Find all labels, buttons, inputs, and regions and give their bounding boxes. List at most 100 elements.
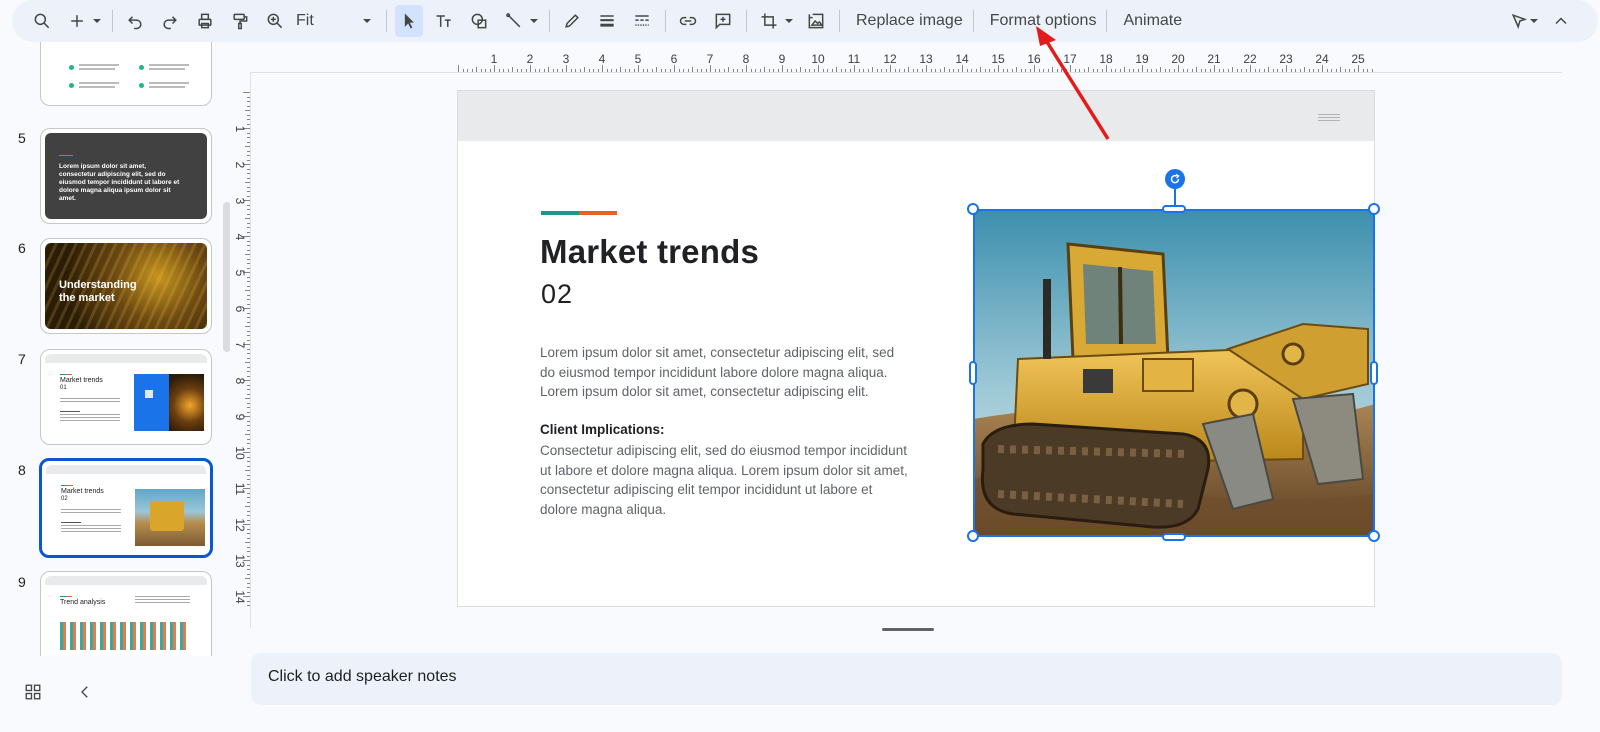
ruler-tick: [998, 65, 999, 72]
border-weight-button[interactable]: [593, 5, 621, 37]
ruler-tick: [872, 67, 873, 72]
editing-mode-dropdown[interactable]: [1529, 5, 1539, 37]
ruler-tick: [247, 461, 250, 462]
speaker-notes[interactable]: Click to add speaker notes: [251, 653, 1562, 705]
slide-thumbnail-6[interactable]: Understanding the market: [40, 238, 212, 334]
line-button[interactable]: [500, 5, 528, 37]
slide-thumbnail-4[interactable]: [40, 42, 212, 106]
ruler-tick: [1200, 69, 1202, 72]
ruler-tick: [858, 69, 860, 72]
ruler-tick: [247, 339, 250, 341]
zoom-button[interactable]: [261, 5, 289, 37]
ruler-tick: [1250, 65, 1251, 72]
menu-lines-icon: [1318, 114, 1340, 123]
slide-subtitle[interactable]: 02: [541, 279, 573, 310]
border-color-button[interactable]: [558, 5, 586, 37]
horizontal-ruler[interactable]: 1 2 3 4 5 6 7 8 9 10 11 12 13 14 15 16 17 18 19 20 21 22 23 24 2…: [458, 50, 1374, 72]
shape-icon: [471, 13, 487, 29]
resize-handle-bottom[interactable]: [1162, 533, 1186, 541]
ruler-tick: [647, 69, 648, 72]
ruler-tick: [602, 65, 603, 72]
ruler-tick: [1223, 69, 1224, 72]
ruler-tick: [935, 69, 936, 72]
redo-button[interactable]: [156, 5, 184, 37]
ruler-tick: [247, 330, 250, 332]
ruler-tick: [247, 587, 250, 588]
ruler-label: 24: [1315, 52, 1329, 66]
slide-body-paragraph[interactable]: Lorem ipsum dolor sit amet, consectetur …: [540, 343, 910, 402]
border-dash-button[interactable]: [628, 5, 656, 37]
ruler-tick: [930, 69, 932, 72]
ruler-tick: [813, 69, 815, 72]
resize-handle-left[interactable]: [969, 361, 977, 385]
grid-view-icon[interactable]: [24, 683, 42, 701]
filmstrip-scrollbar[interactable]: [223, 202, 230, 352]
ruler-tick: [1137, 69, 1139, 72]
insert-link-button[interactable]: [674, 5, 702, 37]
shape-button[interactable]: [465, 5, 493, 37]
search-menus-button[interactable]: [28, 5, 56, 37]
slide-title[interactable]: Market trends: [540, 233, 759, 271]
ruler-tick: [971, 69, 972, 72]
new-slide-dropdown[interactable]: [92, 5, 102, 37]
resize-handle-top[interactable]: [1162, 205, 1186, 213]
text-box-button[interactable]: [430, 5, 458, 37]
crop-dropdown[interactable]: [784, 5, 794, 37]
ruler-tick: [1133, 69, 1134, 72]
caret-down-icon: [530, 19, 538, 23]
bulldozer-image[interactable]: [973, 209, 1375, 537]
ruler-tick: [247, 177, 250, 179]
ruler-tick: [593, 69, 594, 72]
reset-image-button[interactable]: [802, 5, 830, 37]
zoom-select[interactable]: Fit: [296, 5, 376, 37]
rotate-handle[interactable]: [1165, 169, 1185, 189]
select-tool-button[interactable]: [395, 5, 423, 37]
ruler-tick: [962, 65, 963, 72]
replace-image-button[interactable]: Replace image: [848, 5, 971, 37]
slide-filmstrip: 5 Lorem ipsum dolor sit amet, consectetu…: [0, 42, 230, 656]
slide-thumbnail-8[interactable]: Market trends 02: [39, 458, 213, 558]
paint-format-button[interactable]: [226, 5, 254, 37]
chevron-left-icon[interactable]: [76, 683, 94, 701]
crop-button[interactable]: [755, 5, 783, 37]
ruler-tick: [245, 362, 250, 363]
hide-menus-button[interactable]: [1547, 5, 1575, 37]
slide-thumbnail-7[interactable]: Market trends 01: [40, 349, 212, 445]
animate-button[interactable]: Animate: [1115, 5, 1190, 37]
notes-resize-handle[interactable]: [882, 628, 934, 631]
undo-button[interactable]: [121, 5, 149, 37]
ruler-tick: [247, 357, 250, 359]
ruler-tick: [247, 375, 250, 377]
add-comment-button[interactable]: [709, 5, 737, 37]
slide-thumbnail-9[interactable]: Trend analysis: [40, 571, 212, 656]
ruler-tick: [1205, 69, 1206, 72]
rotate-icon: [1170, 173, 1180, 184]
filmstrip-controls: [24, 683, 94, 701]
thumb-caption: Understanding the market: [59, 279, 137, 304]
ruler-tick: [512, 67, 513, 72]
ruler-tick: [1155, 69, 1157, 72]
new-slide-button[interactable]: [63, 5, 91, 37]
slide-body-heading[interactable]: Client Implications:: [540, 422, 665, 437]
ruler-tick: [471, 69, 473, 72]
ruler-tick: [247, 317, 250, 318]
ruler-tick: [1128, 69, 1130, 72]
resize-handle-bottom-left[interactable]: [967, 530, 979, 542]
slide-thumbnail-5[interactable]: Lorem ipsum dolor sit amet, consectetur …: [40, 128, 212, 224]
ruler-tick: [247, 96, 250, 98]
ruler-tick: [247, 465, 250, 467]
ruler-tick: [247, 209, 250, 210]
ruler-tick: [1016, 67, 1017, 72]
resize-handle-right[interactable]: [1370, 361, 1378, 385]
ruler-label: 4: [598, 52, 606, 66]
resize-handle-bottom-right[interactable]: [1368, 530, 1380, 542]
print-button[interactable]: [191, 5, 219, 37]
resize-handle-top-left[interactable]: [967, 203, 979, 215]
slide-body-paragraph-2[interactable]: Consectetur adipiscing elit, sed do eius…: [540, 441, 910, 519]
ruler-tick: [247, 533, 250, 534]
vertical-ruler[interactable]: 1 2 3 4 5 6 7 8 9 10 11 12 13 14: [230, 92, 250, 607]
ruler-tick: [247, 564, 250, 566]
resize-handle-top-right[interactable]: [1368, 203, 1380, 215]
ruler-tick: [1146, 69, 1148, 72]
line-dropdown[interactable]: [529, 5, 539, 37]
